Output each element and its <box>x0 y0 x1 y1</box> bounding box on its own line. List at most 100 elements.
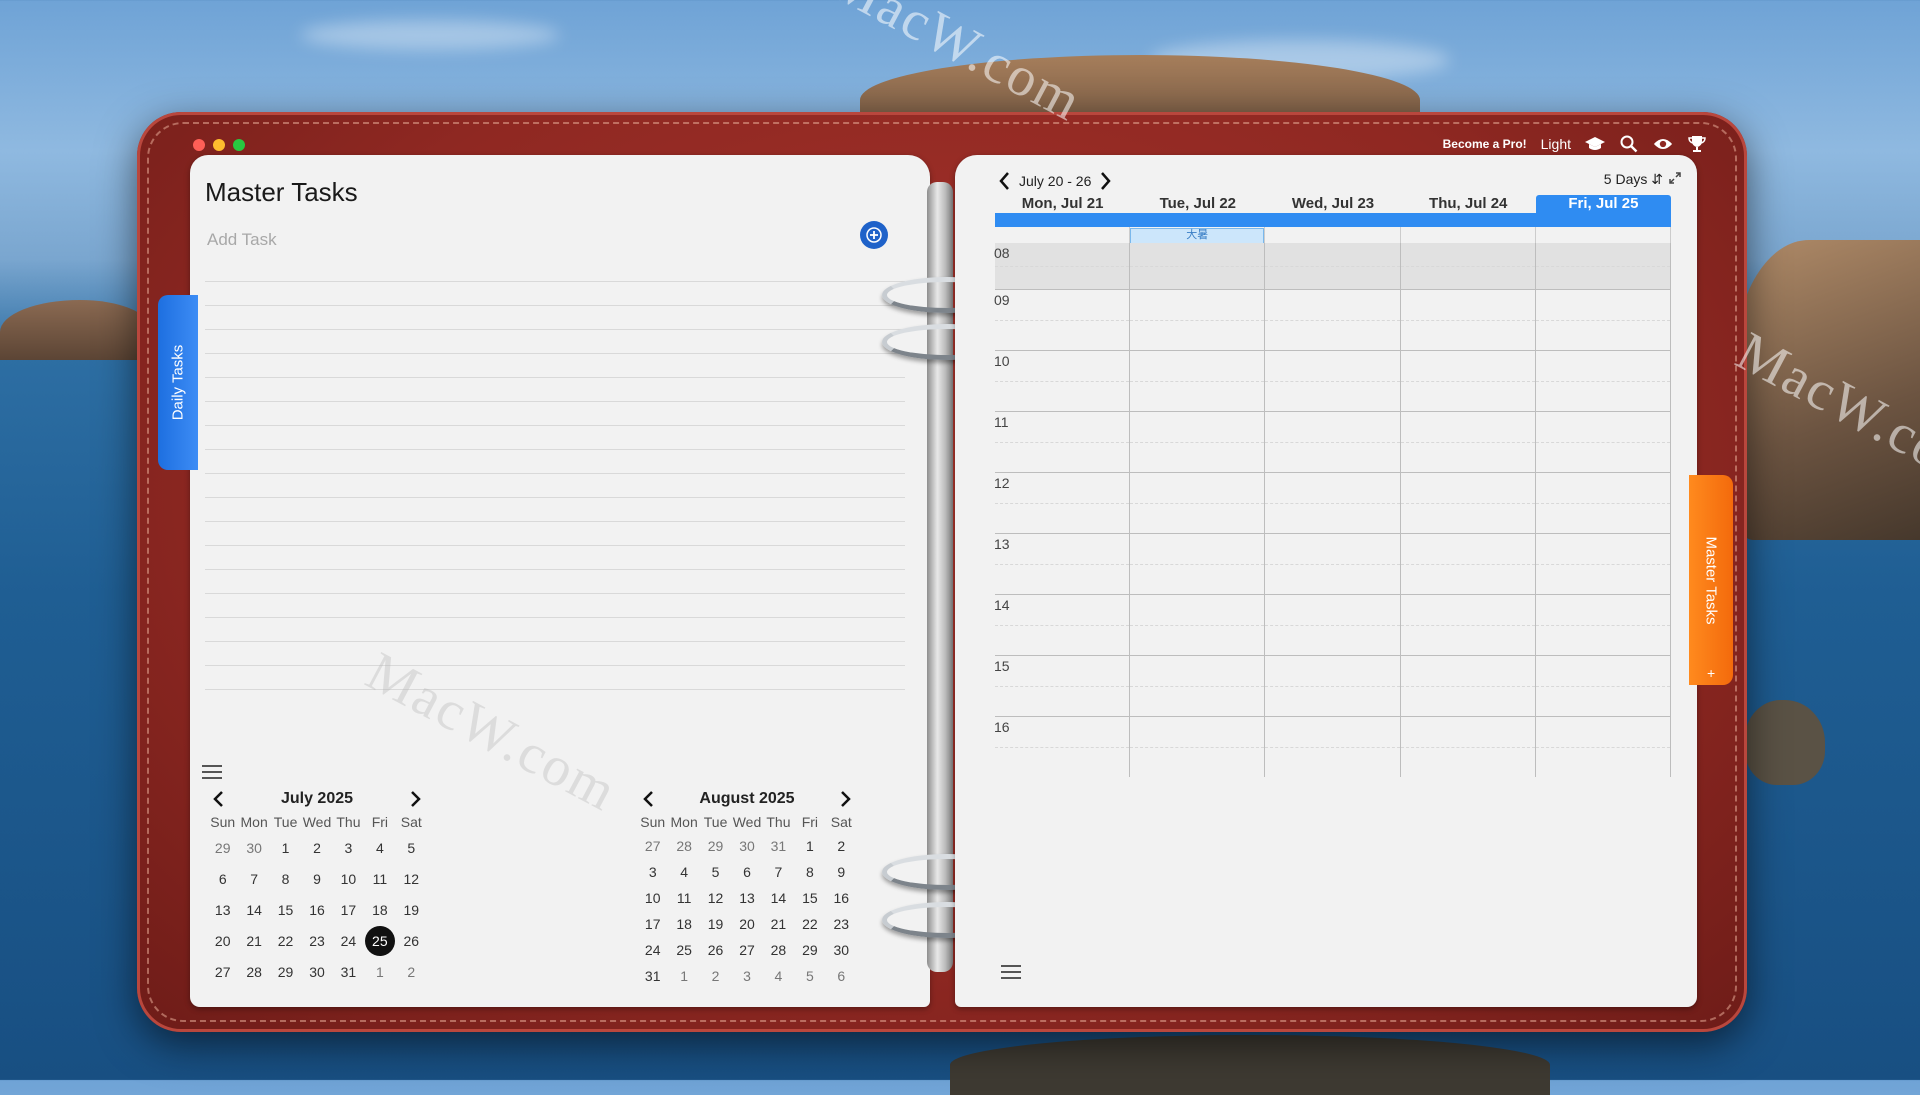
calendar-day[interactable]: 27 <box>731 937 762 963</box>
calendar-day[interactable]: 12 <box>396 864 427 895</box>
all-day-cell[interactable] <box>995 227 1131 243</box>
calendar-day[interactable]: 20 <box>207 926 238 957</box>
daily-tasks-tab[interactable]: Daily Tasks <box>158 295 198 470</box>
task-line[interactable] <box>205 594 905 618</box>
time-slot[interactable] <box>1265 656 1401 716</box>
calendar-day[interactable]: 27 <box>637 833 668 859</box>
calendar-day[interactable]: 17 <box>637 911 668 937</box>
trophy-icon[interactable] <box>1687 134 1707 154</box>
calendar-day[interactable]: 3 <box>731 963 762 989</box>
day-header[interactable]: Mon, Jul 21 <box>995 195 1130 213</box>
time-slot[interactable] <box>1130 534 1266 594</box>
time-slot[interactable] <box>995 534 1131 594</box>
calendar-prev-month-button[interactable] <box>207 788 229 810</box>
day-header[interactable]: Wed, Jul 23 <box>1265 195 1400 213</box>
all-day-cell[interactable]: 大暑 <box>1130 227 1266 244</box>
time-slot[interactable] <box>1400 290 1536 350</box>
task-line[interactable] <box>205 474 905 498</box>
eye-icon[interactable] <box>1653 134 1673 154</box>
calendar-day[interactable]: 2 <box>301 833 332 864</box>
hamburger-menu-icon[interactable] <box>1001 965 1021 984</box>
time-slot[interactable] <box>1400 351 1536 411</box>
day-header[interactable]: Tue, Jul 22 <box>1130 195 1265 213</box>
calendar-day[interactable]: 11 <box>668 885 699 911</box>
calendar-day[interactable]: 6 <box>207 864 238 895</box>
add-task-input[interactable] <box>205 227 759 253</box>
time-slot[interactable] <box>1535 290 1672 350</box>
calendar-day[interactable]: 25 <box>668 937 699 963</box>
calendar-day[interactable]: 26 <box>700 937 731 963</box>
task-line[interactable] <box>205 450 905 474</box>
calendar-day[interactable]: 4 <box>364 833 395 864</box>
calendar-day[interactable]: 21 <box>763 911 794 937</box>
calendar-day[interactable]: 8 <box>794 859 825 885</box>
calendar-day[interactable]: 23 <box>301 926 332 957</box>
all-day-cell[interactable] <box>1401 227 1536 243</box>
all-day-cell[interactable] <box>1265 227 1401 243</box>
time-slot[interactable] <box>1130 243 1266 289</box>
calendar-day[interactable]: 20 <box>731 911 762 937</box>
task-line[interactable] <box>205 330 905 354</box>
time-slot[interactable] <box>995 243 1131 289</box>
add-task-button[interactable] <box>860 221 888 249</box>
task-line[interactable] <box>205 522 905 546</box>
calendar-day[interactable]: 14 <box>238 895 269 926</box>
calendar-day[interactable]: 16 <box>826 885 857 911</box>
calendar-day[interactable]: 19 <box>396 895 427 926</box>
time-slot[interactable] <box>1400 534 1536 594</box>
calendar-day[interactable]: 31 <box>763 833 794 859</box>
time-slot[interactable] <box>1130 717 1266 777</box>
all-day-cell[interactable] <box>1536 227 1672 243</box>
time-slot[interactable] <box>995 656 1131 716</box>
window-minimize-button[interactable] <box>213 139 225 151</box>
time-slot[interactable] <box>1535 412 1672 472</box>
calendar-day[interactable]: 26 <box>396 926 427 957</box>
time-slot[interactable] <box>1535 717 1672 777</box>
hamburger-menu-icon[interactable] <box>202 765 222 784</box>
day-header[interactable]: Fri, Jul 25 <box>1535 195 1672 213</box>
calendar-day[interactable]: 2 <box>700 963 731 989</box>
calendar-day[interactable]: 24 <box>333 926 364 957</box>
task-line[interactable] <box>205 426 905 450</box>
calendar-day[interactable]: 15 <box>794 885 825 911</box>
time-slot[interactable] <box>1535 243 1672 289</box>
calendar-day[interactable]: 9 <box>301 864 332 895</box>
time-slot[interactable] <box>1535 534 1672 594</box>
calendar-day[interactable]: 1 <box>364 957 395 988</box>
calendar-day[interactable]: 29 <box>794 937 825 963</box>
master-tasks-tab[interactable]: Master Tasks + <box>1689 475 1733 685</box>
window-zoom-button[interactable] <box>233 139 245 151</box>
holiday-event[interactable]: 大暑 <box>1130 228 1265 244</box>
calendar-day[interactable]: 5 <box>700 859 731 885</box>
time-slot[interactable] <box>1130 656 1266 716</box>
add-tab-button[interactable]: + <box>1707 665 1715 681</box>
calendar-day[interactable]: 22 <box>794 911 825 937</box>
task-line[interactable] <box>205 306 905 330</box>
time-slot[interactable] <box>1400 243 1536 289</box>
time-slot[interactable] <box>995 351 1131 411</box>
calendar-day[interactable]: 14 <box>763 885 794 911</box>
calendar-day[interactable]: 29 <box>207 833 238 864</box>
calendar-next-month-button[interactable] <box>835 788 857 810</box>
task-line[interactable] <box>205 642 905 666</box>
theme-toggle[interactable]: Light <box>1541 136 1571 152</box>
time-slot[interactable] <box>1265 717 1401 777</box>
time-slot[interactable] <box>995 412 1131 472</box>
task-line[interactable] <box>205 258 905 282</box>
become-pro-link[interactable]: Become a Pro! <box>1443 137 1527 151</box>
calendar-day[interactable]: 24 <box>637 937 668 963</box>
calendar-day[interactable]: 6 <box>731 859 762 885</box>
view-mode-select[interactable]: 5 Days ⇵ <box>1604 171 1663 188</box>
calendar-day[interactable]: 17 <box>333 895 364 926</box>
time-slot[interactable] <box>1535 351 1672 411</box>
calendar-day[interactable]: 16 <box>301 895 332 926</box>
calendar-day[interactable]: 28 <box>763 937 794 963</box>
calendar-day[interactable]: 10 <box>333 864 364 895</box>
calendar-day[interactable]: 12 <box>700 885 731 911</box>
time-slot[interactable] <box>1265 290 1401 350</box>
calendar-day[interactable]: 1 <box>668 963 699 989</box>
calendar-day[interactable]: 3 <box>333 833 364 864</box>
time-slot[interactable] <box>1400 656 1536 716</box>
calendar-day[interactable]: 29 <box>700 833 731 859</box>
time-slot[interactable] <box>995 290 1131 350</box>
